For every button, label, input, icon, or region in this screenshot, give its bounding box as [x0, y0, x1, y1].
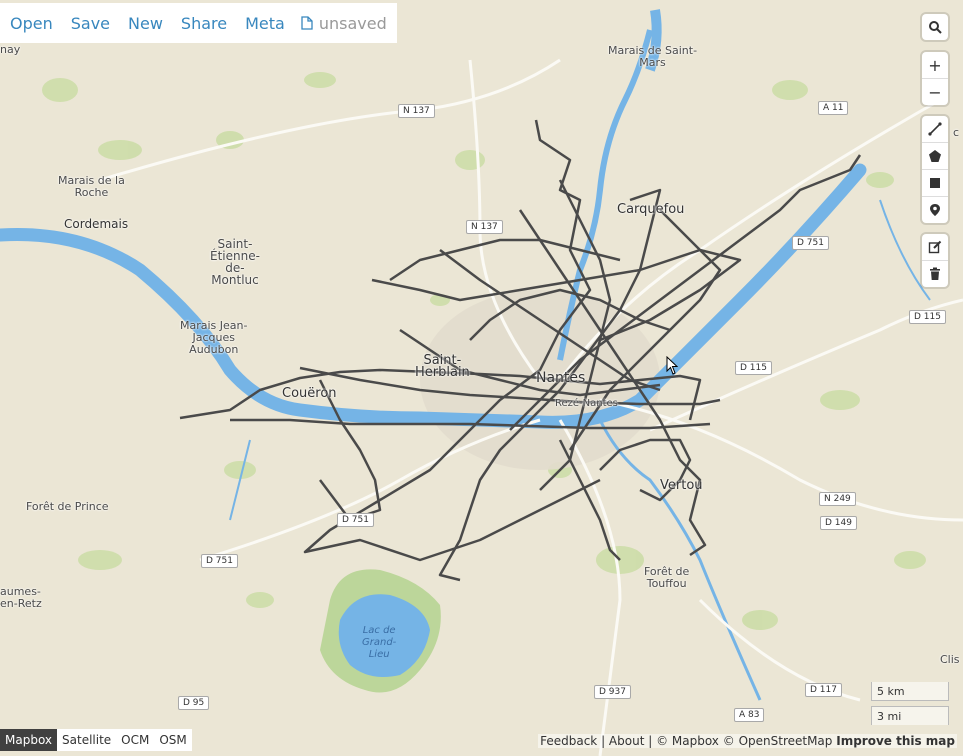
- road-shield: D 115: [735, 361, 772, 375]
- mapbox-copyright-link[interactable]: © Mapbox: [656, 734, 719, 748]
- road-shield: D 117: [805, 683, 842, 697]
- new-button[interactable]: New: [128, 14, 163, 33]
- road-shield: D 115: [909, 310, 946, 324]
- place-label: Carquefou: [617, 202, 685, 217]
- road-shield: D 751: [337, 513, 374, 527]
- layer-osm[interactable]: OSM: [154, 729, 191, 751]
- mouse-cursor-icon: [666, 356, 678, 375]
- place-label: Nantes: [536, 370, 586, 386]
- road-shield: D 95: [178, 696, 210, 710]
- search-control: [922, 14, 948, 40]
- search-icon: [929, 21, 942, 34]
- place-label: Forêt de Prince: [26, 500, 109, 513]
- delete-button[interactable]: [922, 261, 948, 287]
- meta-button[interactable]: Meta: [245, 14, 285, 33]
- road-shield: N 137: [466, 220, 503, 234]
- line-icon: [928, 122, 942, 136]
- polygon-icon: [929, 150, 941, 162]
- attribution: Feedback | About | © Mapbox © OpenStreet…: [538, 734, 957, 748]
- place-label: Clis: [940, 653, 960, 666]
- open-button[interactable]: Open: [10, 14, 53, 33]
- draw-line-button[interactable]: [922, 116, 948, 143]
- share-button[interactable]: Share: [181, 14, 227, 33]
- place-label: Forêt de Touffou: [644, 565, 690, 590]
- improve-map-link[interactable]: Improve this map: [836, 734, 955, 748]
- place-label: Couëron: [282, 386, 337, 401]
- rectangle-icon: [930, 178, 940, 188]
- edit-icon: [928, 240, 942, 254]
- zoom-in-button[interactable]: +: [922, 52, 948, 79]
- scale-imperial: 3 mi: [871, 706, 949, 725]
- place-label: Marais de la Roche: [58, 174, 125, 199]
- place-label: Cordemais: [64, 217, 129, 231]
- minus-icon: −: [928, 82, 942, 102]
- about-link[interactable]: About: [609, 734, 644, 748]
- feedback-link[interactable]: Feedback: [540, 734, 597, 748]
- marker-icon: [930, 204, 940, 216]
- draw-marker-button[interactable]: [922, 197, 948, 223]
- edit-button[interactable]: [922, 234, 948, 261]
- road-shield: D 937: [594, 685, 631, 699]
- layer-mapbox[interactable]: Mapbox: [0, 729, 58, 751]
- road-shield: A 11: [818, 101, 849, 115]
- road-shield: A 83: [734, 708, 765, 722]
- layer-satellite[interactable]: Satellite: [57, 729, 116, 751]
- layer-switcher: Mapbox Satellite OCM OSM: [0, 729, 192, 751]
- place-label: Saint- Herblain: [415, 353, 470, 380]
- edit-control: [922, 234, 948, 287]
- road-shield: N 137: [398, 104, 435, 118]
- road-shield: D 751: [201, 554, 238, 568]
- layer-ocm[interactable]: OCM: [116, 729, 154, 751]
- file-icon: [301, 15, 313, 30]
- zoom-out-button[interactable]: −: [922, 79, 948, 105]
- road-shield: D 149: [820, 516, 857, 530]
- file-status: unsaved: [301, 14, 387, 33]
- road-shield: D 751: [792, 236, 829, 250]
- lake-label: Lac de Grand- Lieu: [362, 625, 397, 660]
- zoom-control: + −: [922, 52, 948, 105]
- place-label: Saint- Étienne- de- Montluc: [210, 237, 260, 287]
- draw-polygon-button[interactable]: [922, 143, 948, 170]
- place-label: nay: [0, 43, 21, 56]
- draw-control: [922, 116, 948, 223]
- search-button[interactable]: [922, 14, 948, 40]
- draw-rectangle-button[interactable]: [922, 170, 948, 197]
- road-shield: N 249: [819, 492, 856, 506]
- top-menu: Open Save New Share Meta unsaved: [0, 3, 397, 43]
- place-label: Vertou: [660, 478, 703, 493]
- save-button[interactable]: Save: [71, 14, 110, 33]
- plus-icon: +: [928, 55, 942, 75]
- place-label: Marais Jean- Jacques Audubon: [180, 319, 248, 356]
- osm-copyright-link[interactable]: © OpenStreetMap: [723, 734, 833, 748]
- place-label: c: [953, 126, 960, 139]
- file-status-label: unsaved: [318, 13, 387, 33]
- scale-metric: 5 km: [871, 682, 949, 701]
- place-label: Rezé-Nantes: [555, 398, 618, 409]
- place-label: Marais de Saint- Mars: [608, 44, 698, 69]
- place-label: aumes- en-Retz: [0, 585, 42, 610]
- trash-icon: [930, 267, 940, 280]
